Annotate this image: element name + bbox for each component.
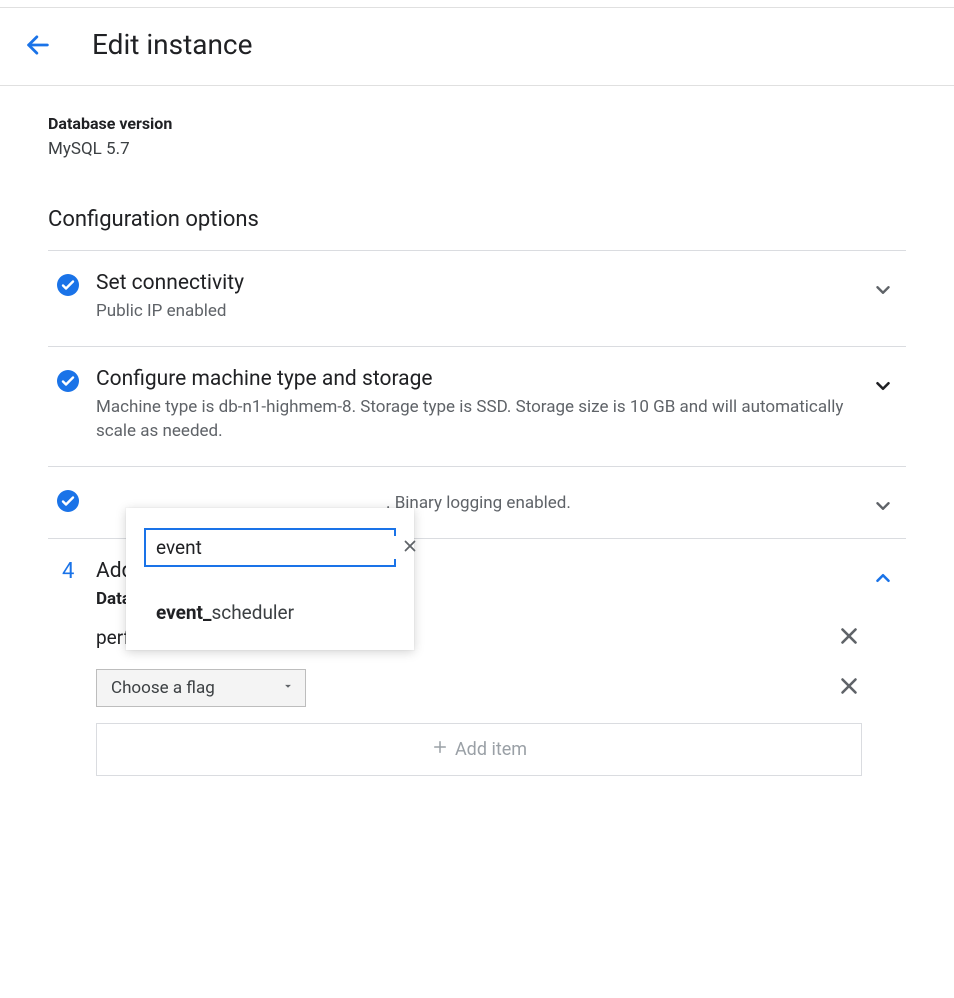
clear-input-icon[interactable] [401,537,419,559]
status-complete-icon [56,367,96,393]
autocomplete-input[interactable] [156,536,401,559]
content-area: Database version MySQL 5.7 Configuration… [0,86,954,798]
config-row-subtitle: Machine type is db-n1-highmem-8. Storage… [96,395,866,444]
status-complete-icon [56,487,96,513]
step-number: 4 [56,559,96,584]
flag-row-new: Choose a flag [96,669,866,707]
chevron-down-icon[interactable] [872,375,894,401]
window-top-border [0,0,954,8]
remove-flag-icon[interactable] [836,623,862,653]
select-placeholder: Choose a flag [111,678,215,698]
autocomplete-option-match: event_ [156,601,211,624]
page-title: Edit instance [92,28,252,61]
db-version-value: MySQL 5.7 [48,139,906,159]
db-version-label: Database version [48,114,906,133]
config-options-heading: Configuration options [48,207,906,232]
chevron-up-icon[interactable] [872,567,894,593]
remove-flag-icon[interactable] [836,673,862,703]
autocomplete-option-rest: scheduler [211,601,294,624]
config-row-connectivity[interactable]: Set connectivity Public IP enabled [48,251,906,346]
plus-icon [431,738,449,761]
config-row-machine[interactable]: Configure machine type and storage Machi… [48,347,906,466]
add-item-button[interactable]: Add item [96,723,862,776]
choose-flag-select[interactable]: Choose a flag [96,669,306,707]
config-row-title: Set connectivity [96,271,866,295]
add-item-label: Add item [455,739,527,760]
chevron-down-icon[interactable] [872,495,894,521]
autocomplete-input-wrap [144,528,396,567]
caret-down-icon [281,678,295,698]
chevron-down-icon[interactable] [872,279,894,305]
back-arrow-icon[interactable] [24,31,52,59]
autocomplete-option[interactable]: event_scheduler [126,591,414,630]
config-row-title: Configure machine type and storage [96,367,866,391]
status-complete-icon [56,271,96,297]
config-row-subtitle: Public IP enabled [96,299,866,324]
page-header: Edit instance [0,8,954,86]
flag-autocomplete-popover: event_scheduler [126,508,414,650]
